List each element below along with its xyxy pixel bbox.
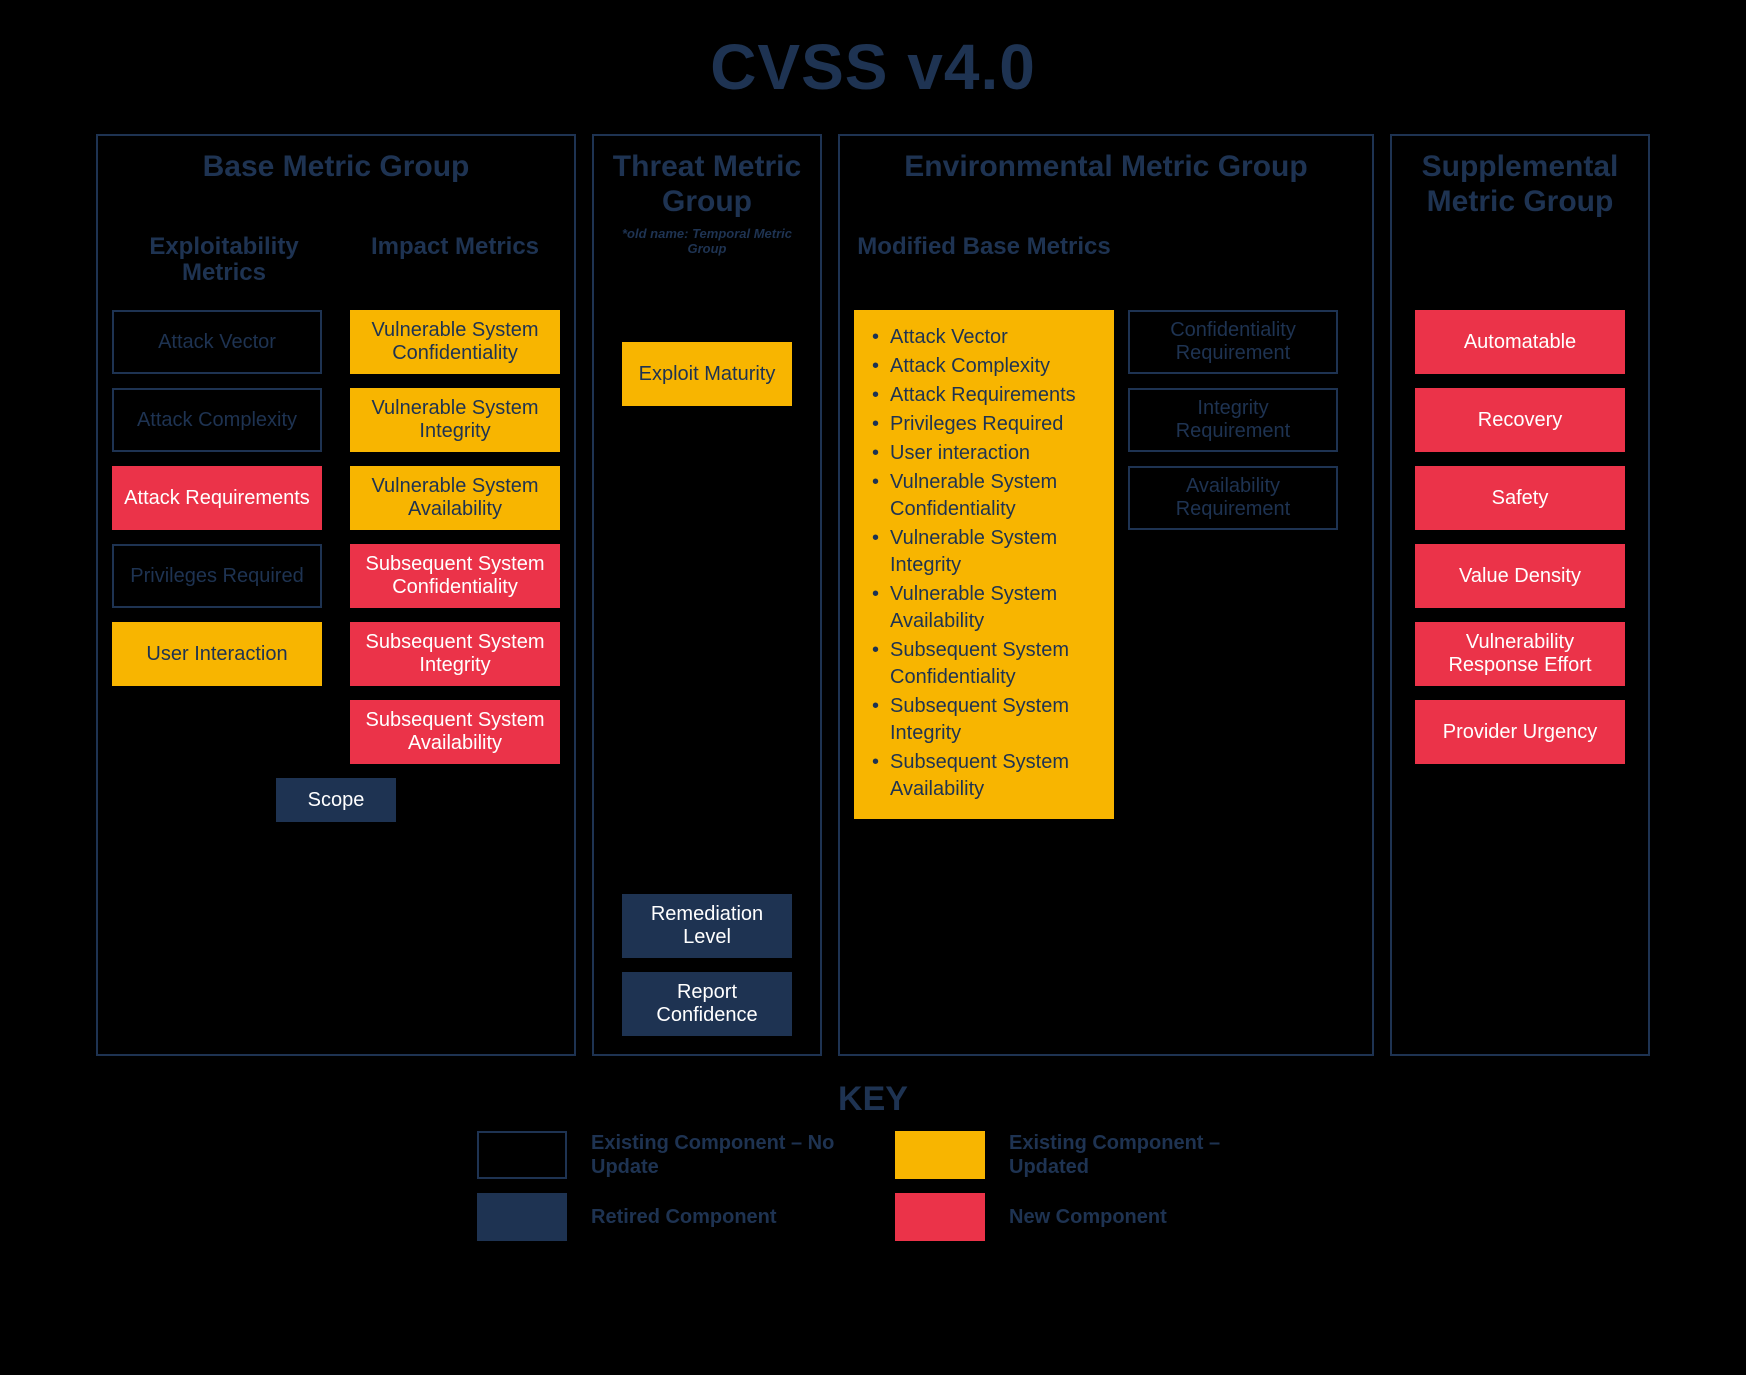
- list-item: Vulnerable System Integrity: [872, 525, 1098, 579]
- list-item: Subsequent System Integrity: [872, 693, 1098, 747]
- metric-recovery: Recovery: [1415, 388, 1625, 452]
- group-base: Base Metric Group Exploitability Metrics…: [96, 134, 576, 1056]
- metric-value-density: Value Density: [1415, 544, 1625, 608]
- env-modified-title: Modified Base Metrics: [854, 234, 1114, 290]
- group-base-title: Base Metric Group: [112, 150, 560, 224]
- metric-subs-avail: Subsequent System Availability: [350, 700, 560, 764]
- env-requirements-col: . Confidentiality Requirement Integrity …: [1128, 234, 1338, 819]
- list-item: Vulnerable System Confidentiality: [872, 469, 1098, 523]
- base-impact-col: Impact Metrics Vulnerable System Confide…: [350, 234, 560, 764]
- metric-automatable: Automatable: [1415, 310, 1625, 374]
- legend-label-new: New Component: [1009, 1205, 1269, 1229]
- group-supplemental: Supplemental Metric Group . Automatable …: [1390, 134, 1650, 1056]
- list-item: Attack Requirements: [872, 382, 1098, 409]
- env-modified-list: Attack Vector Attack Complexity Attack R…: [854, 310, 1114, 819]
- metric-attack-vector: Attack Vector: [112, 310, 322, 374]
- metric-scope: Scope: [276, 778, 396, 822]
- metric-provider-urgency: Provider Urgency: [1415, 700, 1625, 764]
- group-env-title: Environmental Metric Group: [854, 150, 1358, 224]
- legend-swatch-retired: [477, 1193, 567, 1241]
- metric-vuln-avail: Vulnerable System Availability: [350, 466, 560, 530]
- legend-label-existing: Existing Component – No Update: [591, 1131, 871, 1179]
- metric-report-confidence: Report Confidence: [622, 972, 792, 1036]
- metric-conf-req: Confidentiality Requirement: [1128, 310, 1338, 374]
- metric-attack-requirements: Attack Requirements: [112, 466, 322, 530]
- metric-safety: Safety: [1415, 466, 1625, 530]
- metric-attack-complexity: Attack Complexity: [112, 388, 322, 452]
- list-item: Vulnerable System Availability: [872, 581, 1098, 635]
- list-item: Privileges Required: [872, 411, 1098, 438]
- list-item: Subsequent System Availability: [872, 749, 1098, 803]
- group-threat-title: Threat Metric Group: [608, 150, 806, 224]
- group-supp-title: Supplemental Metric Group: [1406, 150, 1634, 224]
- group-environmental: Environmental Metric Group Modified Base…: [838, 134, 1374, 1056]
- metric-user-interaction: User Interaction: [112, 622, 322, 686]
- legend: KEY Existing Component – No Update Exist…: [40, 1080, 1706, 1241]
- env-modified-col: Modified Base Metrics Attack Vector Atta…: [854, 234, 1114, 819]
- base-exploitability-col: Exploitability Metrics Attack Vector Att…: [112, 234, 336, 764]
- legend-title: KEY: [40, 1080, 1706, 1119]
- metric-vuln-response-effort: Vulnerability Response Effort: [1415, 622, 1625, 686]
- metric-vuln-integ: Vulnerable System Integrity: [350, 388, 560, 452]
- list-item: Attack Vector: [872, 324, 1098, 351]
- group-threat: Threat Metric Group *old name: Temporal …: [592, 134, 822, 1056]
- legend-label-updated: Existing Component – Updated: [1009, 1131, 1269, 1179]
- metric-remediation-level: Remediation Level: [622, 894, 792, 958]
- metric-subs-conf: Subsequent System Confidentiality: [350, 544, 560, 608]
- metric-integ-req: Integrity Requirement: [1128, 388, 1338, 452]
- diagram-title: CVSS v4.0: [40, 30, 1706, 104]
- metric-subs-integ: Subsequent System Integrity: [350, 622, 560, 686]
- legend-swatch-updated: [895, 1131, 985, 1179]
- list-item: Subsequent System Confidentiality: [872, 637, 1098, 691]
- base-exploitability-title: Exploitability Metrics: [112, 234, 336, 290]
- groups-row: Base Metric Group Exploitability Metrics…: [40, 134, 1706, 1056]
- group-threat-note: *old name: Temporal Metric Group: [608, 226, 806, 256]
- legend-swatch-existing: [477, 1131, 567, 1179]
- list-item: Attack Complexity: [872, 353, 1098, 380]
- metric-avail-req: Availability Requirement: [1128, 466, 1338, 530]
- legend-swatch-new: [895, 1193, 985, 1241]
- metric-exploit-maturity: Exploit Maturity: [622, 342, 792, 406]
- legend-label-retired: Retired Component: [591, 1205, 871, 1229]
- base-impact-title: Impact Metrics: [350, 234, 560, 290]
- list-item: User interaction: [872, 440, 1098, 467]
- metric-privileges-required: Privileges Required: [112, 544, 322, 608]
- metric-vuln-conf: Vulnerable System Confidentiality: [350, 310, 560, 374]
